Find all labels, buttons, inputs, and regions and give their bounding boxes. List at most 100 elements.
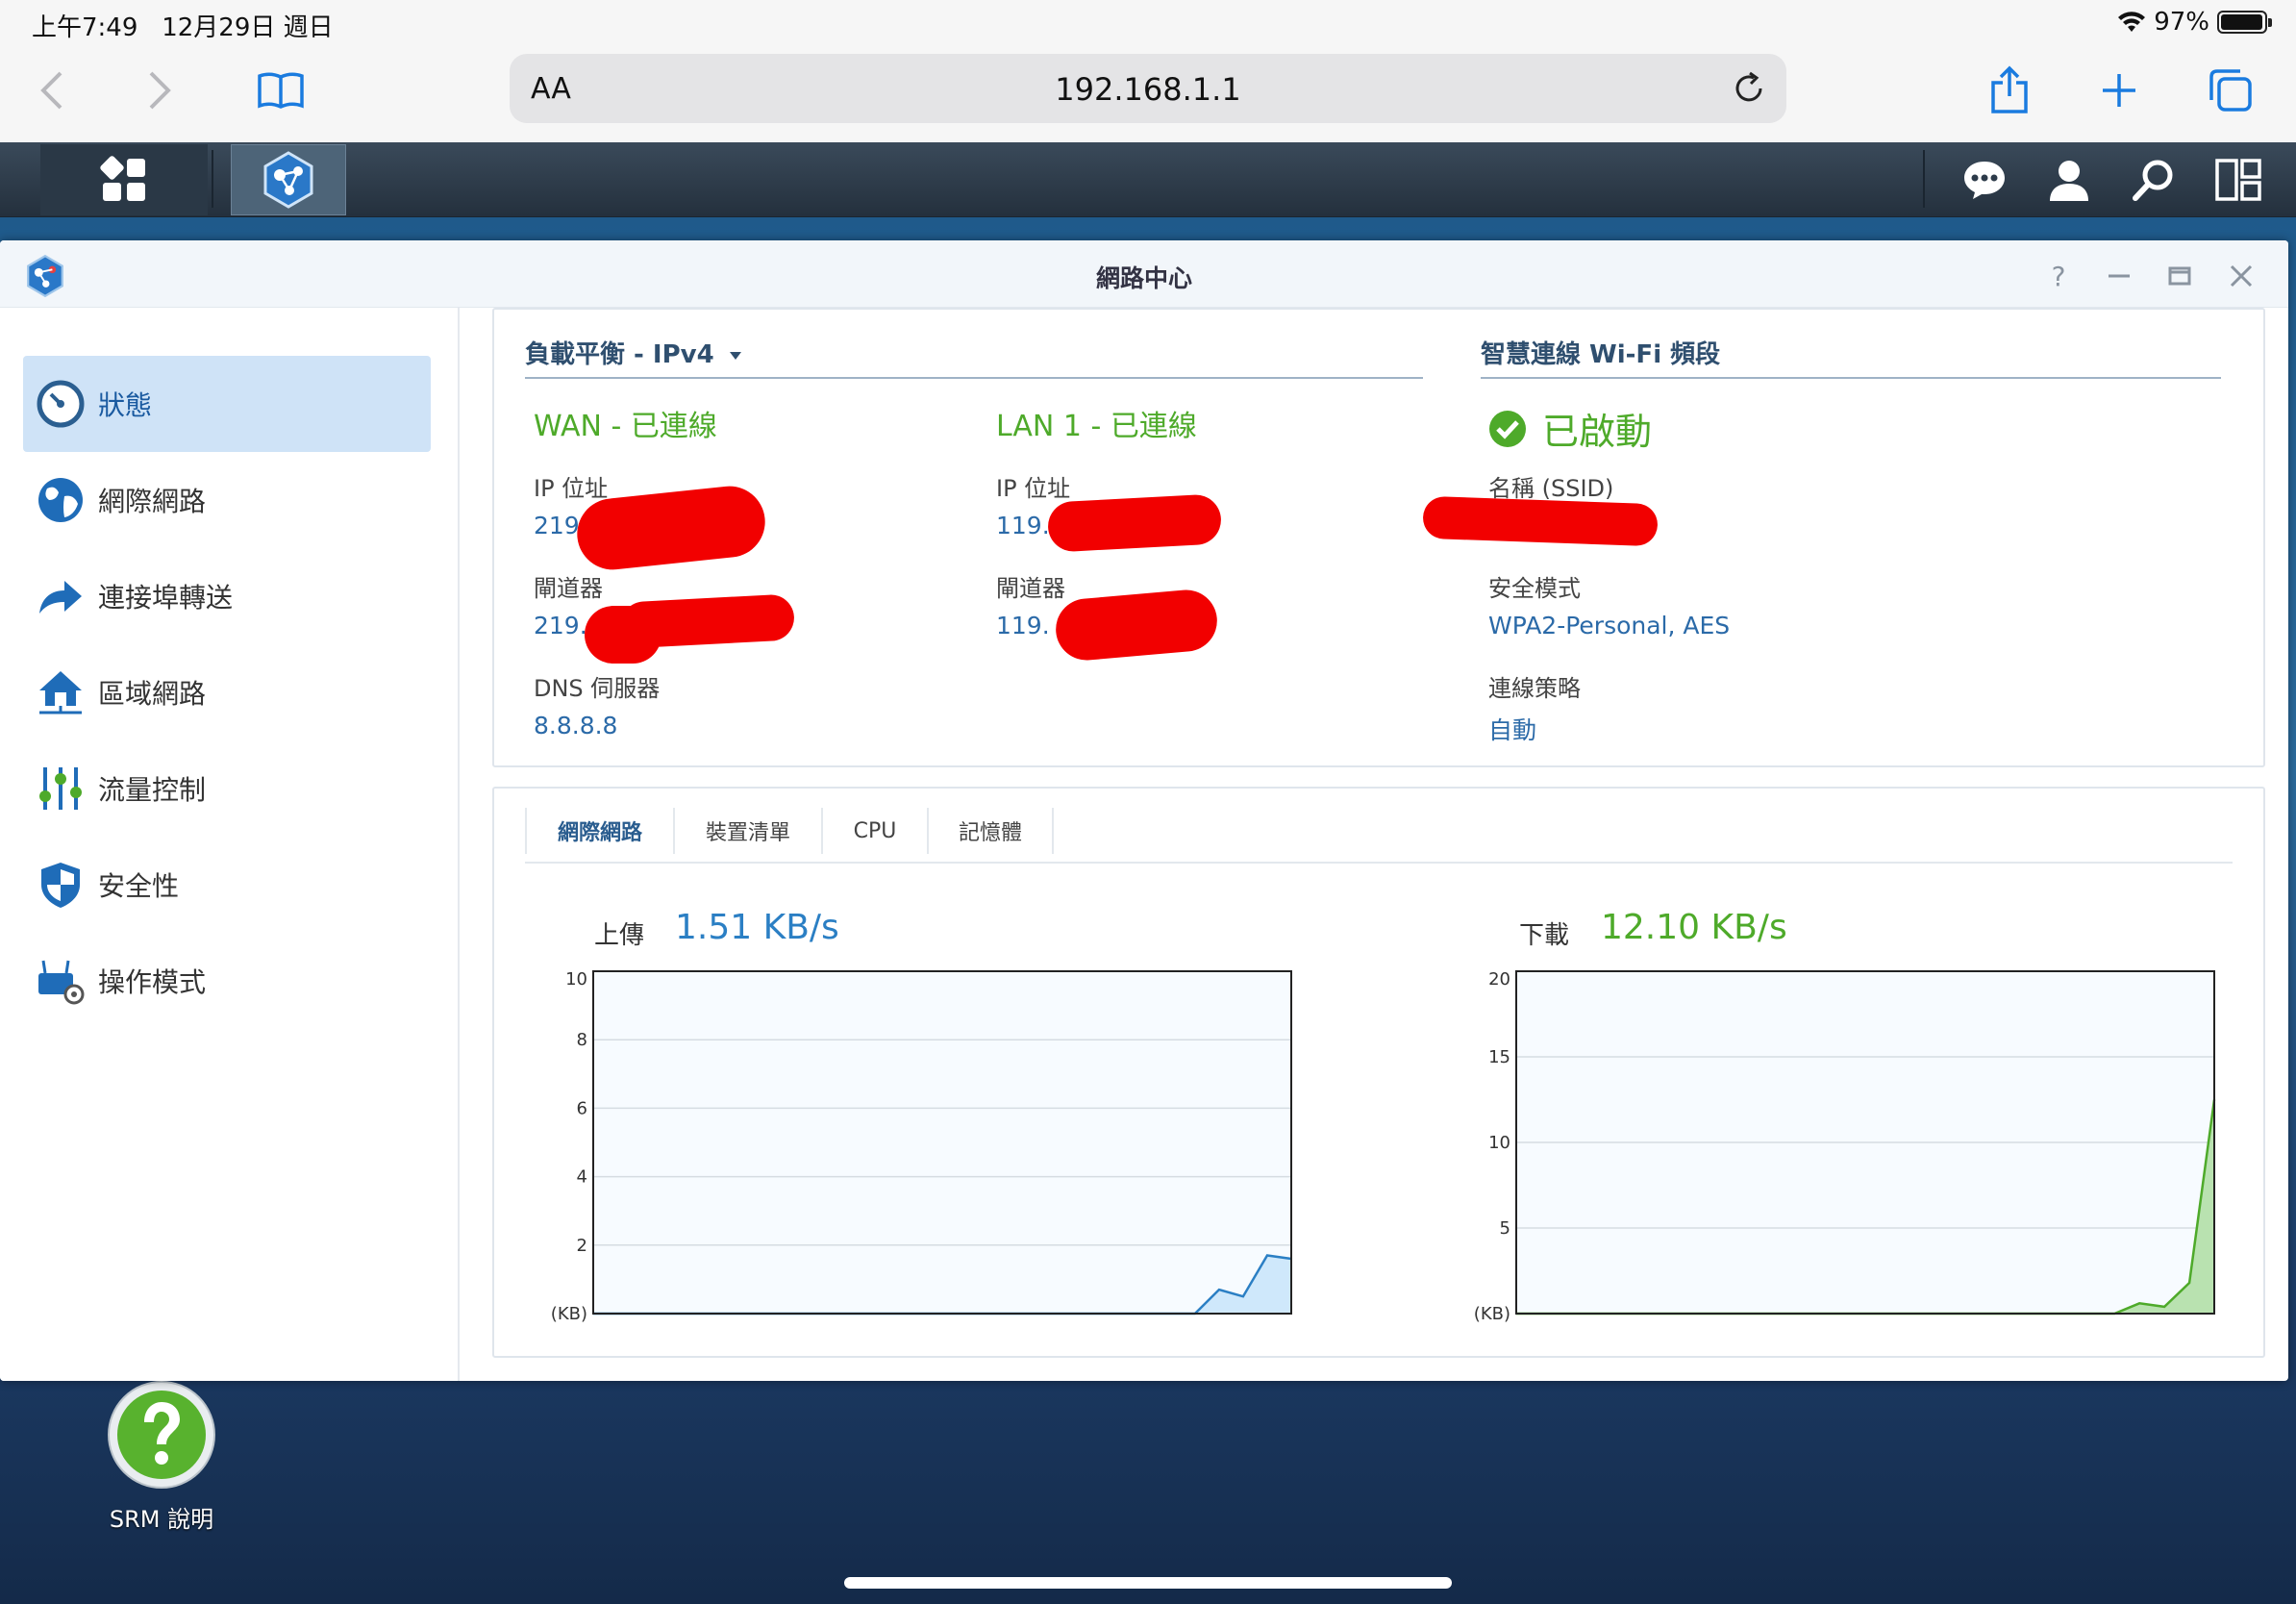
close-icon bbox=[2230, 264, 2253, 288]
ios-status-bar: 上午7:49 12月29日 週日 97% bbox=[0, 0, 2296, 44]
sidebar-item-label: 流量控制 bbox=[98, 774, 207, 806]
widgets-button[interactable] bbox=[2208, 144, 2269, 215]
sidebar-item-status[interactable]: 狀態 bbox=[23, 356, 431, 452]
wan-ip-value: 219 bbox=[534, 512, 580, 539]
tabs-divider bbox=[525, 862, 2233, 864]
tab-internet[interactable]: 網際網路 bbox=[525, 808, 675, 854]
main-menu-button[interactable] bbox=[40, 144, 208, 215]
sidebar-item-port-forwarding[interactable]: 連接埠轉送 bbox=[23, 548, 431, 644]
check-circle-icon bbox=[1489, 410, 1526, 447]
plus-icon bbox=[2103, 74, 2135, 107]
wifi-status-text: 已啟動 bbox=[1542, 411, 1653, 453]
load-balance-dropdown[interactable]: 負載平衡 - IPv4 bbox=[525, 335, 742, 370]
wan-status-title: WAN - 已連線 bbox=[534, 410, 717, 443]
connection-policy-value: 自動 bbox=[1488, 716, 1537, 744]
safari-toolbar: AA 192.168.1.1 bbox=[0, 44, 2296, 142]
sidebar-item-label: 操作模式 bbox=[98, 966, 207, 998]
maximize-icon bbox=[2168, 266, 2191, 286]
sidebar-item-label: 區域網路 bbox=[98, 678, 207, 710]
wifi-icon bbox=[2118, 12, 2146, 32]
close-button[interactable] bbox=[2225, 260, 2258, 292]
help-icon: ? bbox=[2051, 260, 2066, 292]
lan-status-title: LAN 1 - 已連線 bbox=[996, 410, 1197, 443]
reload-icon[interactable] bbox=[1731, 69, 1767, 106]
network-center-taskbar-button[interactable] bbox=[231, 144, 346, 215]
minimize-button[interactable] bbox=[2103, 260, 2135, 292]
tab-cpu[interactable]: CPU bbox=[823, 808, 929, 854]
section-divider bbox=[525, 377, 1423, 379]
user-button[interactable] bbox=[2038, 144, 2100, 215]
sliders-icon bbox=[35, 763, 87, 815]
upload-chart-tick-label: 6 bbox=[577, 1098, 587, 1118]
lan-ip-label: IP 位址 bbox=[996, 475, 1071, 502]
url-text[interactable]: 192.168.1.1 bbox=[510, 71, 1786, 108]
taskbar-separator bbox=[1923, 150, 1925, 208]
help-button[interactable]: ? bbox=[2042, 260, 2075, 292]
window-title-bar[interactable]: 網路中心 ? bbox=[0, 240, 2288, 308]
upload-chart-tick-label: 4 bbox=[577, 1167, 587, 1188]
main-menu-icon bbox=[100, 156, 145, 201]
chevron-right-icon bbox=[149, 71, 171, 110]
sidebar-item-local-network[interactable]: 區域網路 bbox=[23, 644, 431, 740]
home-indicator bbox=[844, 1577, 1452, 1589]
lan-gateway-label: 閘道器 bbox=[996, 575, 1065, 602]
tab-memory[interactable]: 記憶體 bbox=[929, 808, 1054, 854]
upload-chart-unit-label: (KB) bbox=[551, 1304, 587, 1324]
sidebar-item-internet[interactable]: 網際網路 bbox=[23, 452, 431, 548]
status-right: 97% bbox=[2117, 8, 2272, 37]
notifications-button[interactable] bbox=[1954, 144, 2015, 215]
download-chart-tick-label: 20 bbox=[1488, 969, 1510, 990]
network-center-window: 網路中心 ? 狀態 網際網路 連接埠轉送 區域網路 流量控制 安全性 操作模式 … bbox=[0, 240, 2288, 1381]
upload-chart-tick-label: 8 bbox=[577, 1030, 587, 1050]
upload-chart-plot-area bbox=[592, 970, 1292, 1315]
battery-percent: 97% bbox=[2154, 8, 2209, 37]
bookmarks-button[interactable] bbox=[252, 62, 310, 119]
gauge-icon bbox=[35, 378, 87, 430]
router-gear-icon bbox=[35, 955, 87, 1007]
forward-arrow-icon bbox=[35, 570, 87, 622]
back-button[interactable] bbox=[23, 62, 81, 119]
share-icon bbox=[1991, 65, 2028, 113]
battery-icon bbox=[2217, 11, 2272, 34]
lan-gateway-value: 119. bbox=[996, 612, 1050, 639]
home-network-icon bbox=[35, 666, 87, 718]
maximize-button[interactable] bbox=[2163, 260, 2196, 292]
wan-ip-label: IP 位址 bbox=[534, 475, 609, 502]
wifi-section-title: 智慧連線 Wi-Fi 頻段 bbox=[1481, 340, 1721, 369]
taskbar-separator bbox=[212, 150, 213, 208]
download-rate: 12.10 KB/s bbox=[1601, 908, 1787, 947]
connection-policy-label: 連線策略 bbox=[1488, 675, 1581, 702]
share-button[interactable] bbox=[1981, 62, 2038, 119]
download-label: 下載 bbox=[1519, 921, 1570, 950]
sidebar-item-traffic-control[interactable]: 流量控制 bbox=[23, 740, 431, 837]
address-bar[interactable]: AA 192.168.1.1 bbox=[510, 54, 1786, 123]
sidebar-item-security[interactable]: 安全性 bbox=[23, 837, 431, 933]
chevron-left-icon bbox=[40, 71, 62, 110]
redaction-mark bbox=[1422, 495, 1659, 547]
new-tab-button[interactable] bbox=[2090, 62, 2148, 119]
tabs-icon bbox=[2209, 69, 2252, 112]
search-button[interactable] bbox=[2123, 144, 2184, 215]
shield-icon bbox=[35, 859, 87, 911]
chat-bubble-icon bbox=[1964, 162, 2005, 199]
network-center-icon bbox=[263, 151, 313, 209]
section-divider bbox=[1481, 377, 2221, 379]
wan-dns-value: 8.8.8.8 bbox=[534, 712, 618, 739]
sidebar-item-operation-mode[interactable]: 操作模式 bbox=[23, 933, 431, 1029]
sidebar: 狀態 網際網路 連接埠轉送 區域網路 流量控制 安全性 操作模式 bbox=[0, 308, 460, 1381]
globe-icon bbox=[35, 474, 87, 526]
tabs-overview-button[interactable] bbox=[2202, 62, 2259, 119]
srm-help-shortcut[interactable]: SRM 說明 bbox=[104, 1379, 219, 1534]
window-title: 網路中心 bbox=[1095, 264, 1192, 292]
download-chart-unit-label: (KB) bbox=[1474, 1304, 1510, 1324]
upload-chart-tick-label: 2 bbox=[577, 1236, 587, 1256]
wan-gateway-value: 219. bbox=[534, 612, 587, 639]
upload-chart-tick-label: 10 bbox=[565, 969, 587, 990]
upload-chart: 2 4 6 8 10 (KB) bbox=[551, 969, 1292, 1324]
lan-ip-value: 119. bbox=[996, 512, 1050, 539]
tab-device-list[interactable]: 裝置清單 bbox=[675, 808, 823, 854]
forward-button[interactable] bbox=[131, 62, 188, 119]
download-chart-tick-label: 10 bbox=[1488, 1133, 1510, 1153]
redaction-mark bbox=[1046, 493, 1223, 553]
wifi-status: 已啟動 bbox=[1488, 402, 1652, 455]
